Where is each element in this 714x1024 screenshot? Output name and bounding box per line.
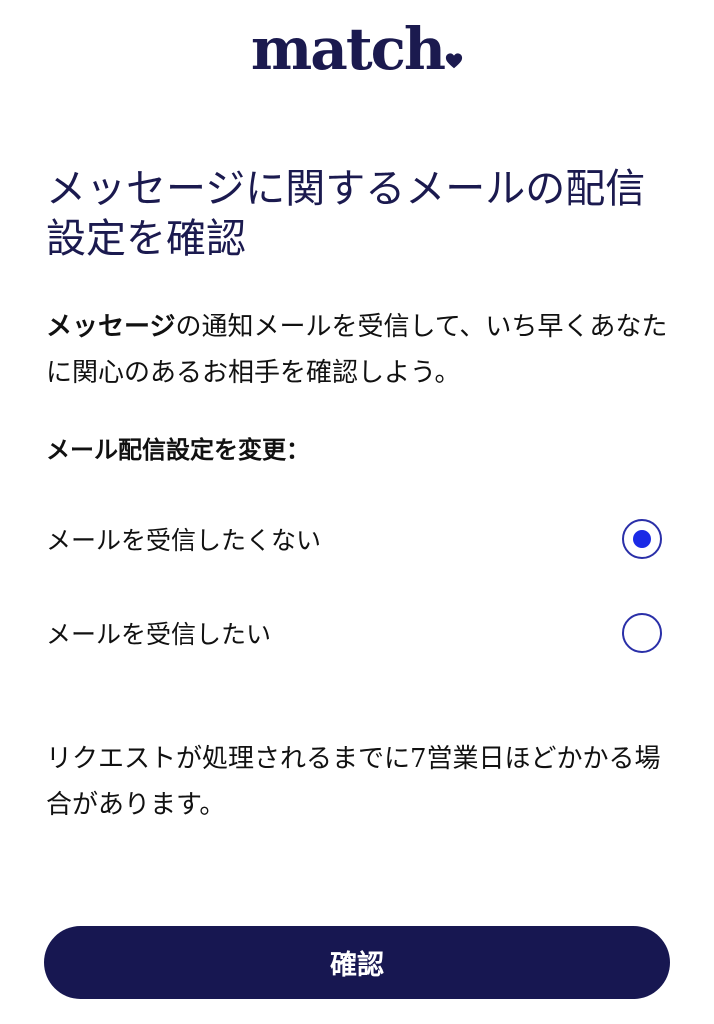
description-bold: メッセージ <box>46 312 176 342</box>
processing-note: リクエストが処理されるまでに7営業日ほどかかる場合があります。 <box>46 744 661 820</box>
option-no-email[interactable]: メールを受信したくない <box>46 514 666 564</box>
match-logo: match <box>0 14 714 84</box>
radio-dot <box>633 530 651 548</box>
radio-button[interactable] <box>622 613 662 653</box>
page-title: メッセージに関するメールの配信設定を確認 <box>46 166 646 262</box>
settings-label: メール配信設定を変更： <box>46 436 310 464</box>
radio-button-selected[interactable] <box>622 519 662 559</box>
option-label: メールを受信したくない <box>46 526 322 555</box>
description: メッセージの通知メールを受信して、いち早くあなたに関心のあるお相手を確認しよう。 <box>46 304 686 396</box>
logo-text: match <box>250 15 446 83</box>
option-receive-email[interactable]: メールを受信したい <box>46 608 666 658</box>
confirm-button[interactable]: 確認 <box>44 926 670 999</box>
option-label: メールを受信したい <box>46 620 272 649</box>
heart-icon <box>446 53 463 69</box>
